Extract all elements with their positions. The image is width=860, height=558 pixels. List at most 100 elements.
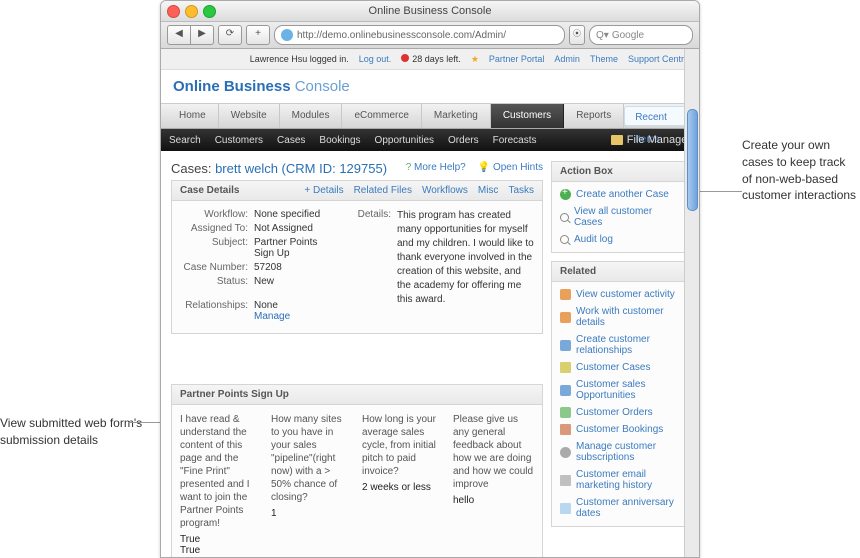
- partner-portal-link[interactable]: Partner Portal: [489, 54, 545, 64]
- side-link[interactable]: View customer activity: [576, 289, 675, 300]
- tab-reports[interactable]: Reports: [564, 104, 624, 128]
- side-link[interactable]: Manage customer subscriptions: [576, 441, 682, 463]
- logout-link[interactable]: Log out.: [359, 54, 392, 64]
- side-link[interactable]: Customer anniversary dates: [576, 497, 682, 519]
- side-item[interactable]: Customer anniversary dates: [552, 494, 690, 522]
- traffic-lights[interactable]: [167, 5, 216, 18]
- tab-customers[interactable]: Customers: [491, 104, 564, 128]
- globe-icon: [281, 29, 293, 41]
- side-link[interactable]: Customer email marketing history: [576, 469, 682, 491]
- action-box-panel: Action Box Create another CaseView all c…: [551, 161, 691, 253]
- folder-icon: [611, 135, 623, 145]
- side-link[interactable]: Customer sales Opportunities: [576, 379, 682, 401]
- alert-dot-icon: [401, 54, 409, 62]
- url-text: http://demo.onlinebusinessconsole.com/Ad…: [297, 30, 506, 41]
- annotation-left: View submitted web form's submission det…: [0, 415, 155, 449]
- customer-link[interactable]: brett welch (CRM ID: 129755): [215, 161, 387, 176]
- mail-icon: [560, 475, 571, 486]
- side-item[interactable]: Customer Bookings: [552, 421, 690, 438]
- form-cell: I have read & understand the content of …: [180, 413, 261, 556]
- side-item[interactable]: Customer email marketing history: [552, 466, 690, 494]
- search-icon: Q▾: [596, 30, 609, 41]
- side-link[interactable]: Work with customer details: [576, 306, 682, 328]
- side-item[interactable]: View all customer Cases: [552, 203, 690, 231]
- side-item[interactable]: Customer Cases: [552, 359, 690, 376]
- plus-icon: [560, 189, 571, 200]
- case-tab-misc[interactable]: Misc: [478, 185, 499, 196]
- subnav-cases[interactable]: Cases: [277, 135, 305, 146]
- form-question: Please give us any general feedback abou…: [453, 413, 534, 491]
- person-icon: [560, 289, 571, 300]
- link-icon: [560, 385, 571, 396]
- file-manager-link[interactable]: File Manager: [611, 134, 691, 146]
- side-item[interactable]: Work with customer details: [552, 303, 690, 331]
- close-window-icon[interactable]: [167, 5, 180, 18]
- theme-link[interactable]: Theme: [590, 54, 618, 64]
- assigned-value: Not Assigned: [254, 223, 335, 234]
- subnav-bookings[interactable]: Bookings: [319, 135, 360, 146]
- form-cell: How long is your average sales cycle, fr…: [362, 413, 443, 556]
- sub-nav: Search Customers Cases Bookings Opportunitie…: [161, 129, 699, 151]
- tab-modules[interactable]: Modules: [280, 104, 343, 128]
- subnav-opportunities[interactable]: Opportunities: [375, 135, 434, 146]
- tab-home[interactable]: Home: [167, 104, 219, 128]
- more-help-link[interactable]: ? More Help?: [406, 162, 466, 173]
- minimize-window-icon[interactable]: [185, 5, 198, 18]
- workflow-label: Workflow:: [180, 209, 254, 220]
- scrollbar-thumb[interactable]: [687, 109, 698, 211]
- case-tab-related-files[interactable]: Related Files: [354, 185, 412, 196]
- side-link[interactable]: Customer Orders: [576, 407, 653, 418]
- tab-marketing[interactable]: Marketing: [422, 104, 491, 128]
- star-icon: ★: [471, 54, 479, 65]
- details-value: This program has created many opportunit…: [397, 209, 534, 307]
- logo: Online Business Console: [161, 70, 699, 103]
- back-button[interactable]: ◀: [167, 25, 191, 45]
- url-bar[interactable]: http://demo.onlinebusinessconsole.com/Ad…: [274, 25, 565, 45]
- annotation-right: Create your own cases to keep track of n…: [742, 137, 857, 204]
- reload-button[interactable]: ⟳: [218, 25, 242, 45]
- side-link[interactable]: Audit log: [574, 234, 613, 245]
- subnav-orders[interactable]: Orders: [448, 135, 479, 146]
- subnav-forecasts[interactable]: Forecasts: [493, 135, 537, 146]
- admin-link[interactable]: Admin: [554, 54, 580, 64]
- subnav-search[interactable]: Search: [169, 135, 201, 146]
- side-item[interactable]: Customer Orders: [552, 404, 690, 421]
- side-item[interactable]: Create another Case: [552, 186, 690, 203]
- side-item[interactable]: Audit log: [552, 231, 690, 248]
- recent-items-button[interactable]: Recent Items: [624, 106, 691, 126]
- subject-value: Partner Points Sign Up: [254, 237, 335, 259]
- subnav-customers[interactable]: Customers: [215, 135, 263, 146]
- rss-button[interactable]: ⦿: [569, 25, 585, 45]
- tab-website[interactable]: Website: [219, 104, 280, 128]
- forward-button[interactable]: ▶: [191, 25, 214, 45]
- days-left: 28 days left.: [401, 54, 461, 64]
- form-cell: How many sites to you have in your sales…: [271, 413, 352, 556]
- side-item[interactable]: Create customer relationships: [552, 331, 690, 359]
- side-item[interactable]: Customer sales Opportunities: [552, 376, 690, 404]
- case-tab--details[interactable]: + Details: [304, 185, 343, 196]
- side-link[interactable]: Create customer relationships: [576, 334, 682, 356]
- side-item[interactable]: View customer activity: [552, 286, 690, 303]
- case-tab-workflows[interactable]: Workflows: [422, 185, 468, 196]
- related-panel: Related View customer activityWork with …: [551, 261, 691, 527]
- side-item[interactable]: Manage customer subscriptions: [552, 438, 690, 466]
- search-bar[interactable]: Q▾ Google: [589, 25, 693, 45]
- open-hints-link[interactable]: 💡 Open Hints: [478, 162, 543, 173]
- side-link[interactable]: Customer Cases: [576, 362, 650, 373]
- side-link[interactable]: View all customer Cases: [574, 206, 682, 228]
- casenum-value: 57208: [254, 262, 335, 273]
- zoom-window-icon[interactable]: [203, 5, 216, 18]
- case-details-heading: Case Details: [180, 185, 239, 196]
- tab-ecommerce[interactable]: eCommerce: [342, 104, 421, 128]
- form-answer: hello: [453, 495, 534, 506]
- window-titlebar: Online Business Console: [161, 1, 699, 22]
- manage-relationships-link[interactable]: Manage: [254, 311, 290, 322]
- side-link[interactable]: Customer Bookings: [576, 424, 663, 435]
- scrollbar-track[interactable]: [684, 49, 699, 558]
- top-strip: Lawrence Hsu logged in. Log out. 28 days…: [161, 49, 699, 70]
- side-link[interactable]: Create another Case: [576, 189, 669, 200]
- status-label: Status:: [180, 276, 254, 287]
- add-bookmark-button[interactable]: +: [246, 25, 270, 45]
- case-tab-tasks[interactable]: Tasks: [508, 185, 534, 196]
- support-link[interactable]: Support Central: [628, 54, 691, 64]
